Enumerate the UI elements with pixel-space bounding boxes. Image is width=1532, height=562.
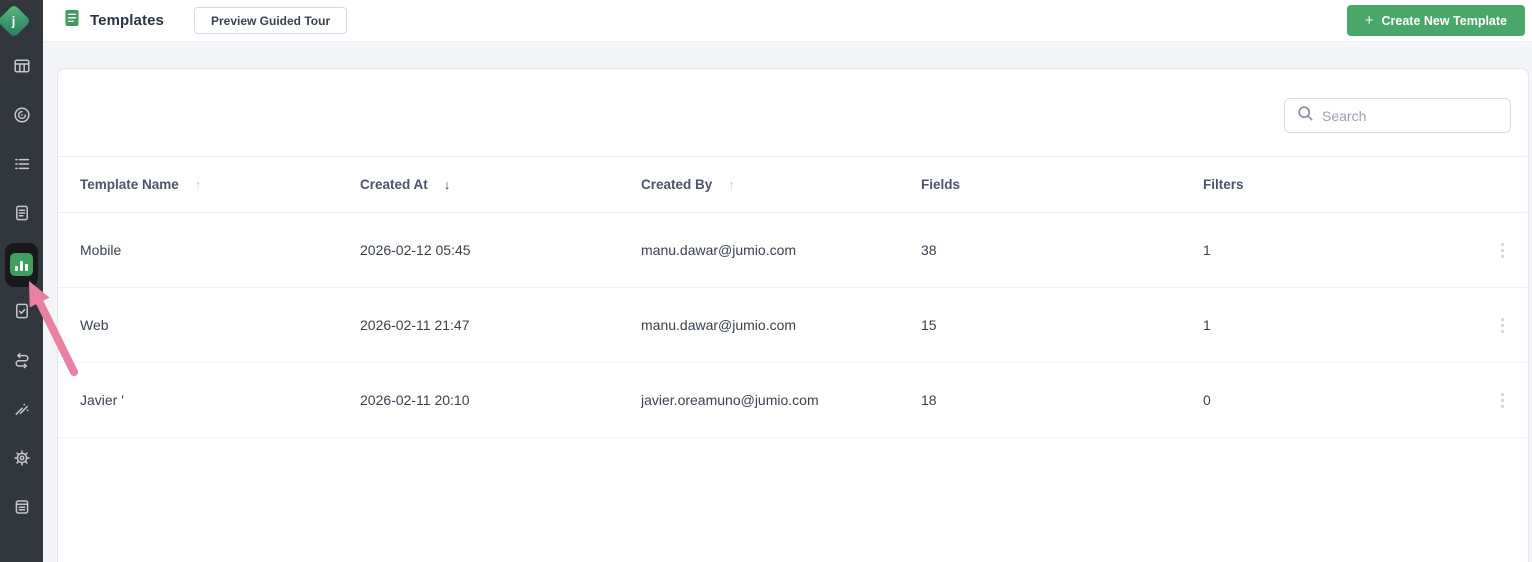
- sidebar-nav: [0, 44, 43, 534]
- jumio-logo[interactable]: j: [0, 4, 31, 38]
- column-header-template-name[interactable]: Template Name ↑: [80, 177, 360, 192]
- list-icon: [13, 155, 31, 178]
- column-label: Created At: [360, 177, 428, 192]
- cell-created-at: 2026-02-11 20:10: [360, 392, 470, 408]
- bar-3: [25, 264, 28, 271]
- document-check-icon: [13, 302, 31, 325]
- search-input[interactable]: [1322, 107, 1503, 124]
- column-header-created-by[interactable]: Created By ↑: [641, 177, 921, 192]
- search-icon: [1297, 105, 1314, 127]
- page-title: Templates: [90, 12, 164, 29]
- table-row[interactable]: Javier ' 2026-02-11 20:10 javier.oreamun…: [58, 363, 1528, 438]
- cell-filters: 1: [1203, 317, 1211, 333]
- templates-document-icon: [63, 8, 81, 33]
- cell-template-name: Mobile: [80, 242, 122, 258]
- sidebar-item-document[interactable]: [0, 191, 43, 240]
- card-toolbar: [58, 69, 1528, 156]
- column-header-fields: Fields: [921, 177, 1203, 192]
- bar-chart-icon: [10, 253, 33, 276]
- sidebar-item-target[interactable]: [0, 93, 43, 142]
- cell-template-name: Javier ': [80, 392, 124, 408]
- column-label: Template Name: [80, 177, 179, 192]
- sidebar-item-tools[interactable]: [0, 387, 43, 436]
- table-row[interactable]: Web 2026-02-11 21:47 manu.dawar@jumio.co…: [58, 288, 1528, 363]
- sidebar-item-workflow[interactable]: [0, 338, 43, 387]
- cell-template-name: Web: [80, 317, 109, 333]
- cell-created-at: 2026-02-11 21:47: [360, 317, 470, 333]
- bar-1: [15, 266, 18, 271]
- sidebar-item-analytics[interactable]: [0, 240, 43, 289]
- row-actions-menu-icon[interactable]: [1499, 389, 1506, 412]
- column-header-filters: Filters: [1203, 177, 1478, 192]
- sort-down-icon[interactable]: ↓: [444, 177, 451, 192]
- tools-icon: [13, 400, 31, 423]
- templates-card: Template Name ↑ Created At ↓ Created By …: [57, 68, 1529, 562]
- search-box[interactable]: [1284, 98, 1511, 133]
- plus-icon: +: [1364, 12, 1374, 29]
- table-row[interactable]: Mobile 2026-02-12 05:45 manu.dawar@jumio…: [58, 213, 1528, 288]
- column-header-created-at[interactable]: Created At ↓: [360, 177, 641, 192]
- workflow-icon: [13, 351, 31, 374]
- page-title-group: Templates: [63, 8, 164, 33]
- sidebar-item-report[interactable]: [0, 289, 43, 338]
- preview-guided-tour-button[interactable]: Preview Guided Tour: [193, 7, 348, 34]
- cell-created-by: javier.oreamuno@jumio.com: [641, 392, 819, 408]
- logo-letter: j: [12, 13, 16, 29]
- bar-2: [20, 261, 23, 271]
- sidebar-item-list[interactable]: [0, 142, 43, 191]
- document-icon: [13, 204, 31, 227]
- target-icon: [13, 106, 31, 129]
- cell-filters: 1: [1203, 242, 1211, 258]
- sidebar: j: [0, 0, 43, 562]
- create-button-label: Create New Template: [1381, 13, 1507, 28]
- table-header-row: Template Name ↑ Created At ↓ Created By …: [58, 156, 1528, 213]
- row-actions-menu-icon[interactable]: [1499, 314, 1506, 337]
- sidebar-item-archive[interactable]: [0, 485, 43, 534]
- cell-filters: 0: [1203, 392, 1211, 408]
- cell-created-by: manu.dawar@jumio.com: [641, 242, 797, 258]
- row-actions-menu-icon[interactable]: [1499, 239, 1506, 262]
- sidebar-item-settings[interactable]: [0, 436, 43, 485]
- gear-icon: [13, 449, 31, 472]
- sort-up-icon[interactable]: ↑: [728, 177, 735, 192]
- cell-fields: 18: [921, 392, 937, 408]
- column-label: Filters: [1203, 177, 1244, 192]
- logo-diamond: j: [0, 4, 31, 38]
- column-label: Created By: [641, 177, 713, 192]
- create-new-template-button[interactable]: + Create New Template: [1346, 5, 1525, 36]
- sort-up-icon[interactable]: ↑: [195, 177, 202, 192]
- column-label: Fields: [921, 177, 961, 192]
- cell-created-at: 2026-02-12 05:45: [360, 242, 471, 258]
- sidebar-item-table-view[interactable]: [0, 44, 43, 93]
- table-columns-icon: [13, 57, 31, 80]
- clipboard-icon: [13, 498, 31, 521]
- top-header-bar: Templates Preview Guided Tour + Create N…: [43, 0, 1532, 42]
- cell-fields: 38: [921, 242, 937, 258]
- cell-created-by: manu.dawar@jumio.com: [641, 317, 797, 333]
- cell-fields: 15: [921, 317, 937, 333]
